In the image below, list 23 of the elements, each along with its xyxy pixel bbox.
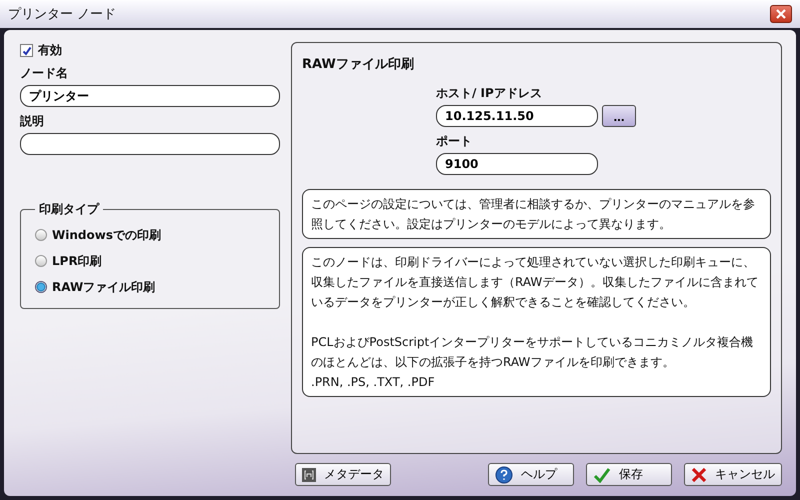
host-label: ホスト/ IPアドレス (436, 85, 543, 102)
print-type-legend: 印刷タイプ (35, 201, 103, 218)
note-text: このページの設定については、管理者に相談するか、プリンターのマニュアルを参照してください。設定はプリンターのモデルによって異なります。 (311, 197, 755, 231)
radio-label: LPR印刷 (52, 252, 102, 270)
enabled-label: 有効 (38, 42, 62, 59)
extensions-text: .PRN, .PS, .TXT, .PDF (311, 374, 436, 391)
description-label: 説明 (20, 113, 45, 130)
port-label: ポート (436, 133, 473, 150)
port-field[interactable]: 9100 (436, 153, 598, 175)
node-name-label: ノード名 (20, 65, 69, 82)
info-paragraph: PCLおよびPostScriptインタープリターをサポートしているコニカミノルタ複合機のほとんどは、以下の拡張子を持つRAWファイルを印刷できます。 (311, 334, 754, 371)
panel-title: RAWファイル印刷 (302, 56, 415, 73)
info-paragraph: このノードは、印刷ドライバーによって処理されていない選択した印刷キューに、収集したファイルを直接送信します（RAWデータ）。収集したファイルに含まれているデータをプリンターが正しく解釈できることを確認してください。 (311, 254, 760, 311)
help-button[interactable]: ヘルプ (488, 463, 574, 486)
metadata-button[interactable]: メタデータ (295, 463, 391, 486)
window-title: プリンター ノード (8, 6, 116, 23)
cancel-button[interactable]: キャンセル (684, 463, 782, 486)
node-name-field[interactable]: プリンター (20, 85, 280, 107)
save-button[interactable]: 保存 (586, 463, 672, 486)
radio-label: Windowsでの印刷 (52, 226, 161, 244)
radio-label: RAWファイル印刷 (52, 278, 156, 296)
host-field[interactable]: 10.125.11.50 (436, 105, 598, 127)
browse-button[interactable]: ... (602, 105, 636, 127)
